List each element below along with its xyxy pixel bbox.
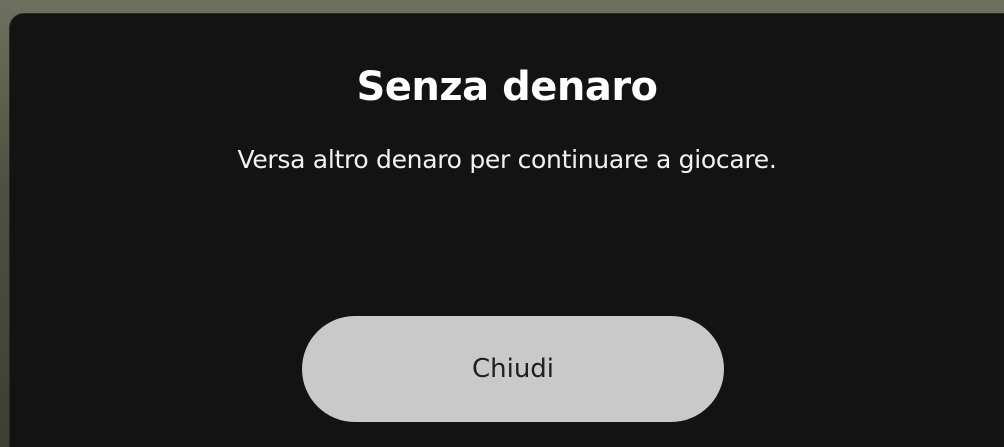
close-button[interactable]: Chiudi (302, 316, 724, 422)
dialog-title: Senza denaro (356, 64, 658, 110)
no-funds-dialog: Senza denaro Versa altro denaro per cont… (10, 14, 1004, 447)
dialog-message: Versa altro denaro per continuare a gioc… (237, 145, 777, 174)
